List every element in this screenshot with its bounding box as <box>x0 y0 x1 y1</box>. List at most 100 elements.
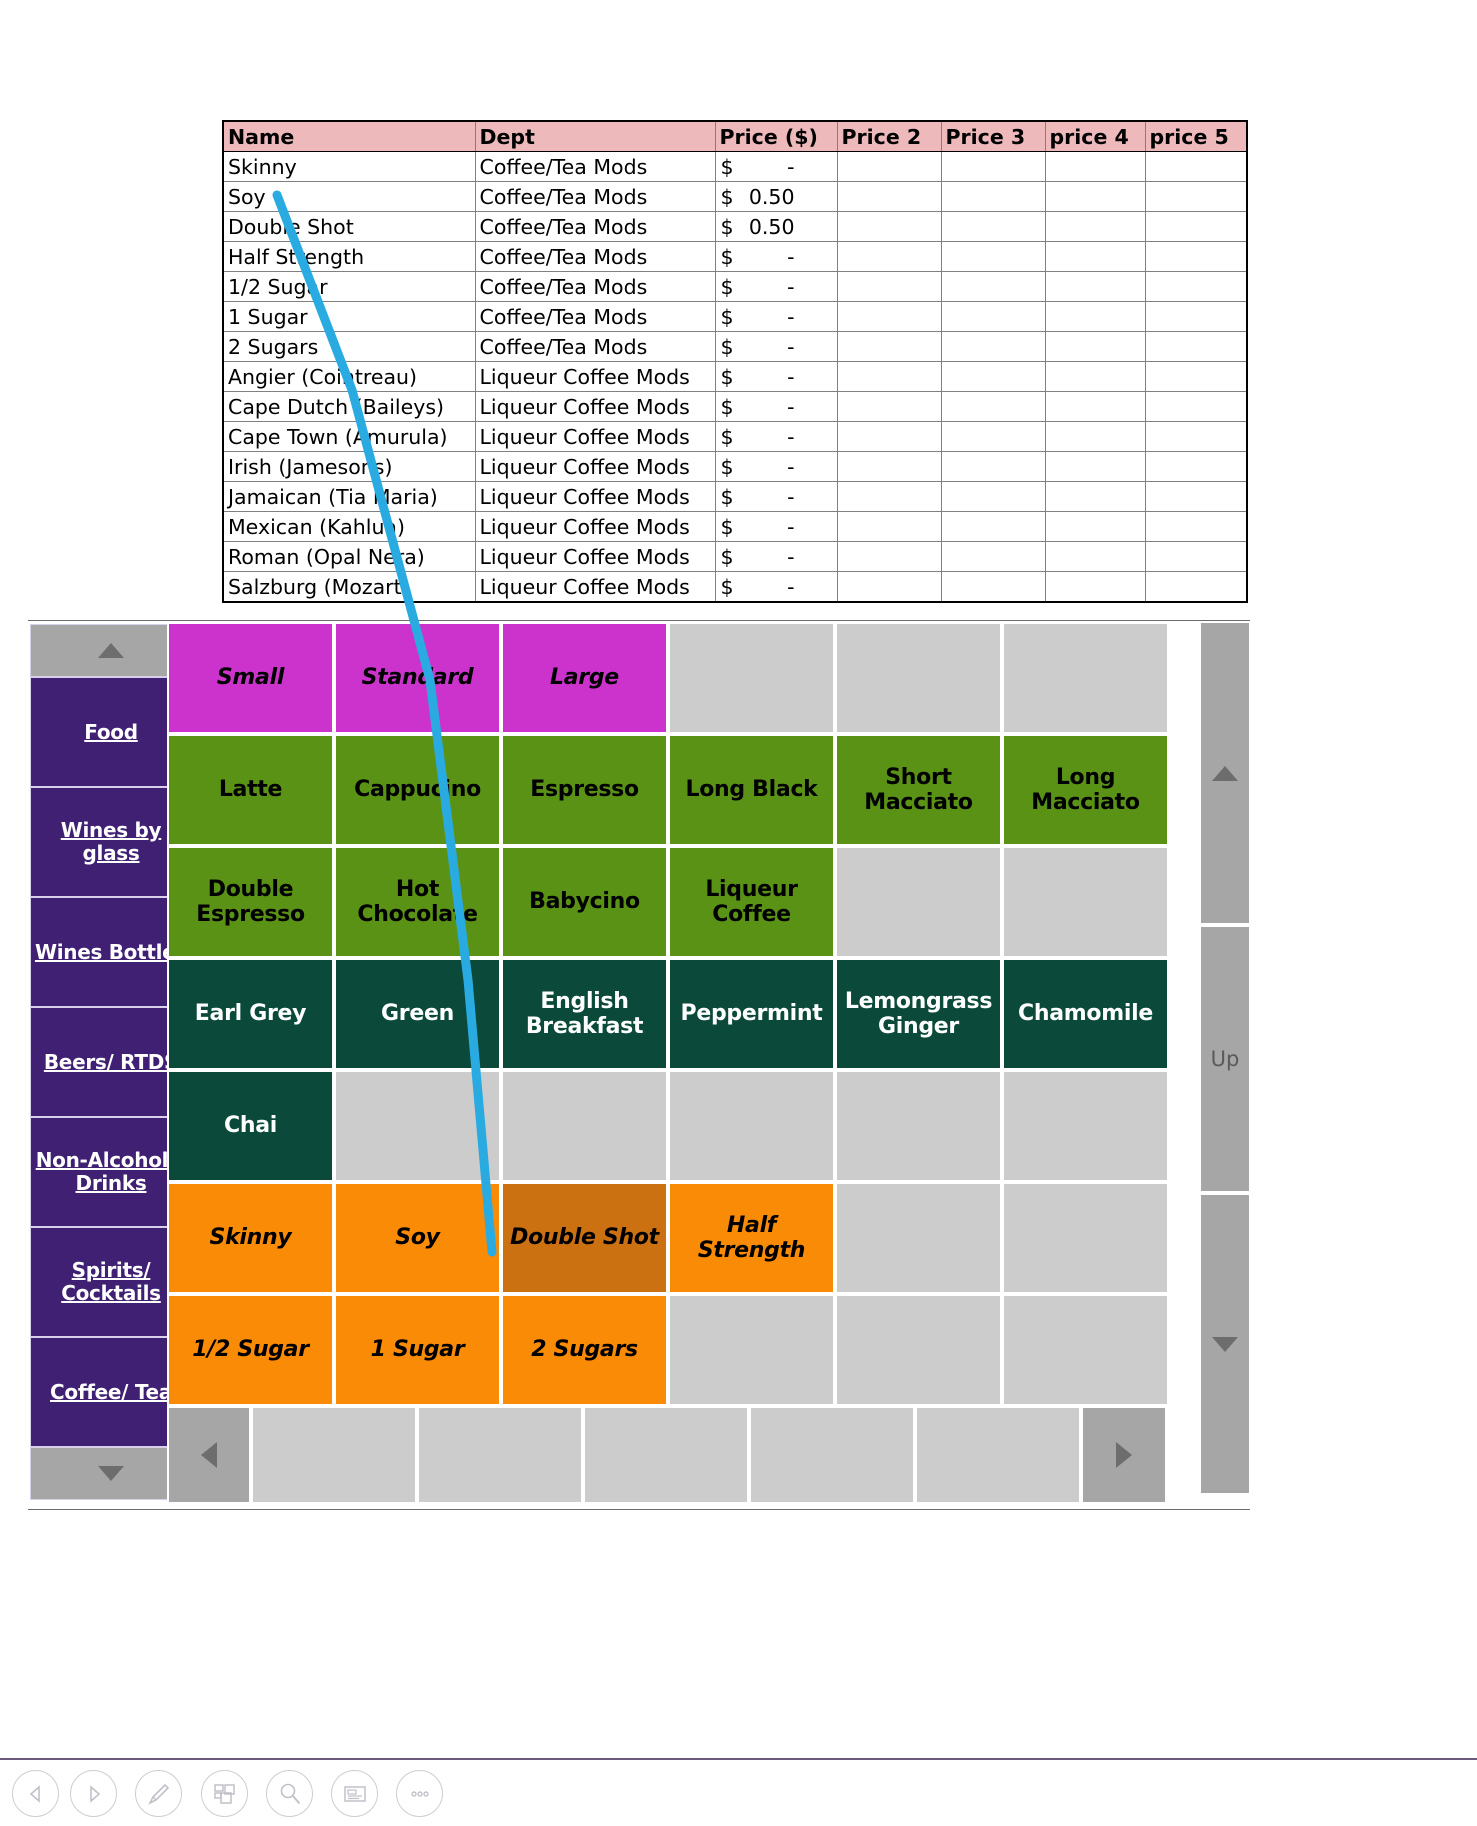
cell-price[interactable]: $ - <box>714 391 838 422</box>
tile-chai[interactable]: Chai <box>167 1070 334 1182</box>
cell-price2[interactable] <box>836 481 942 512</box>
cell-dept[interactable]: Liqueur Coffee Mods <box>474 571 716 603</box>
cell-price[interactable]: $ - <box>714 301 838 332</box>
table-row[interactable]: Soy Coffee/Tea Mods $0.50 <box>222 181 1248 212</box>
cell-price3[interactable] <box>940 511 1046 542</box>
cell-name[interactable]: Salzburg (Mozart) <box>222 571 476 603</box>
cell-price[interactable]: $0.50 <box>714 181 838 212</box>
cell-price[interactable]: $ - <box>714 481 838 512</box>
cell-price4[interactable] <box>1044 241 1146 272</box>
tile-large[interactable]: Large <box>501 622 668 734</box>
cell-dept[interactable]: Liqueur Coffee Mods <box>474 541 716 572</box>
cell-price2[interactable] <box>836 331 942 362</box>
cell-price5[interactable] <box>1144 391 1248 422</box>
cell-price2[interactable] <box>836 421 942 452</box>
cell-price4[interactable] <box>1044 181 1146 212</box>
pages-icon[interactable] <box>201 1770 248 1817</box>
cell-price5[interactable] <box>1144 331 1248 362</box>
cell-price2[interactable] <box>836 541 942 572</box>
cell-name[interactable]: Irish (Jamesons) <box>222 451 476 482</box>
cell-dept[interactable]: Liqueur Coffee Mods <box>474 391 716 422</box>
grid-next-page-button[interactable] <box>1081 1406 1167 1504</box>
cell-price3[interactable] <box>940 241 1046 272</box>
cell-price3[interactable] <box>940 271 1046 302</box>
cell-dept[interactable]: Coffee/Tea Mods <box>474 301 716 332</box>
cell-price4[interactable] <box>1044 211 1146 242</box>
cell-price4[interactable] <box>1044 301 1146 332</box>
cell-price4[interactable] <box>1044 481 1146 512</box>
cell-price5[interactable] <box>1144 301 1248 332</box>
tile-1-sugar[interactable]: 1 Sugar <box>334 1294 501 1406</box>
table-row[interactable]: Half Strength Coffee/Tea Mods $ - <box>222 241 1248 272</box>
cell-price[interactable]: $ - <box>714 571 838 603</box>
cell-price2[interactable] <box>836 511 942 542</box>
cell-price4[interactable] <box>1044 271 1146 302</box>
grid-page-slot[interactable] <box>417 1406 583 1504</box>
tile-latte[interactable]: Latte <box>167 734 334 846</box>
table-row[interactable]: Jamaican (Tia Maria) Liqueur Coffee Mods $… <box>222 481 1248 512</box>
cell-price2[interactable] <box>836 181 942 212</box>
cell-dept[interactable]: Coffee/Tea Mods <box>474 181 716 212</box>
cell-price4[interactable] <box>1044 511 1146 542</box>
cell-price2[interactable] <box>836 391 942 422</box>
cell-dept[interactable]: Liqueur Coffee Mods <box>474 511 716 542</box>
tile-2-sugars[interactable]: 2 Sugars <box>501 1294 668 1406</box>
cell-price3[interactable] <box>940 481 1046 512</box>
tile-chamomile[interactable]: Chamomile <box>1002 958 1169 1070</box>
cell-dept[interactable]: Coffee/Tea Mods <box>474 331 716 362</box>
cell-name[interactable]: Double Shot <box>222 211 476 242</box>
cell-dept[interactable]: Liqueur Coffee Mods <box>474 361 716 392</box>
cell-price5[interactable] <box>1144 361 1248 392</box>
cell-dept[interactable]: Coffee/Tea Mods <box>474 241 716 272</box>
cell-price2[interactable] <box>836 361 942 392</box>
cell-price3[interactable] <box>940 541 1046 572</box>
cell-price4[interactable] <box>1044 421 1146 452</box>
cell-dept[interactable]: Liqueur Coffee Mods <box>474 421 716 452</box>
cell-price[interactable]: $ - <box>714 331 838 362</box>
table-row[interactable]: Irish (Jamesons) Liqueur Coffee Mods $ - <box>222 451 1248 482</box>
cell-price4[interactable] <box>1044 541 1146 572</box>
tile-small[interactable]: Small <box>167 622 334 734</box>
pen-icon[interactable] <box>135 1770 182 1817</box>
grid-prev-page-button[interactable] <box>167 1406 251 1504</box>
cell-dept[interactable]: Coffee/Tea Mods <box>474 211 716 242</box>
scroll-page-up-button[interactable]: Up <box>1200 926 1250 1192</box>
cell-price5[interactable] <box>1144 181 1248 212</box>
tile-double-shot[interactable]: Double Shot <box>501 1182 668 1294</box>
cell-price3[interactable] <box>940 391 1046 422</box>
tile-standard[interactable]: Standard <box>334 622 501 734</box>
grid-page-slot[interactable] <box>251 1406 417 1504</box>
cell-price3[interactable] <box>940 151 1046 182</box>
cell-price2[interactable] <box>836 301 942 332</box>
cell-price4[interactable] <box>1044 571 1146 603</box>
cell-name[interactable]: Cape Town (Amurula) <box>222 421 476 452</box>
scroll-down-button[interactable] <box>1200 1194 1250 1494</box>
cell-price[interactable]: $ - <box>714 271 838 302</box>
cell-price2[interactable] <box>836 211 942 242</box>
cell-name[interactable]: Cape Dutch (Baileys) <box>222 391 476 422</box>
cell-name[interactable]: Soy <box>222 181 476 212</box>
cell-price4[interactable] <box>1044 151 1146 182</box>
cell-price[interactable]: $ - <box>714 421 838 452</box>
table-row[interactable]: Roman (Opal Nera) Liqueur Coffee Mods $ - <box>222 541 1248 572</box>
tile-long-macciato[interactable]: Long Macciato <box>1002 734 1169 846</box>
table-row[interactable]: Skinny Coffee/Tea Mods $ - <box>222 151 1248 182</box>
cell-name[interactable]: Mexican (Kahlua) <box>222 511 476 542</box>
cell-price4[interactable] <box>1044 331 1146 362</box>
cell-price5[interactable] <box>1144 421 1248 452</box>
note-icon[interactable] <box>331 1770 378 1817</box>
tile-espresso[interactable]: Espresso <box>501 734 668 846</box>
scroll-up-button[interactable] <box>1200 622 1250 924</box>
table-row[interactable]: Double Shot Coffee/Tea Mods $0.50 <box>222 211 1248 242</box>
cell-price2[interactable] <box>836 241 942 272</box>
cell-price[interactable]: $0.50 <box>714 211 838 242</box>
tile-double-espresso[interactable]: Double Espresso <box>167 846 334 958</box>
table-row[interactable]: Mexican (Kahlua) Liqueur Coffee Mods $ - <box>222 511 1248 542</box>
cell-name[interactable]: Angier (Cointreau) <box>222 361 476 392</box>
tile-babycino[interactable]: Babycino <box>501 846 668 958</box>
cell-price4[interactable] <box>1044 391 1146 422</box>
grid-page-slot[interactable] <box>915 1406 1081 1504</box>
cell-dept[interactable]: Coffee/Tea Mods <box>474 271 716 302</box>
cell-price3[interactable] <box>940 301 1046 332</box>
cell-price[interactable]: $ - <box>714 541 838 572</box>
